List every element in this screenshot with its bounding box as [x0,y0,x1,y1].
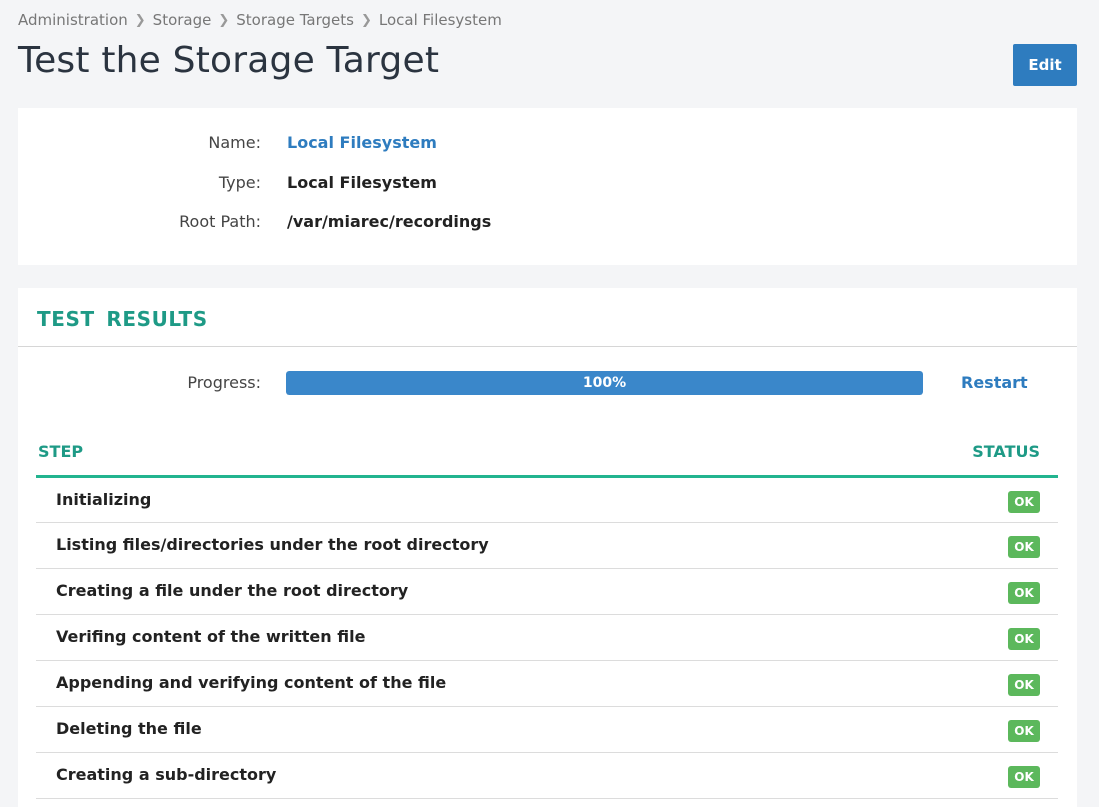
table-row: Appending and verifying content of the f… [36,661,1058,707]
info-row-name: Name: Local Filesystem [18,133,1077,157]
status-badge: OK [1008,628,1040,650]
table-row: Deleting the file OK [36,707,1058,753]
type-value: Local Filesystem [287,173,437,192]
status-badge: OK [1008,491,1040,513]
status-badge: OK [1008,766,1040,788]
status-badge: OK [1008,536,1040,558]
restart-link[interactable]: Restart [961,373,1028,392]
step-label: Creating a sub-directory [56,765,277,784]
table-row: Initializing OK [36,478,1058,523]
step-label: Deleting the file [56,719,202,738]
info-row-root-path: Root Path: /var/miarec/recordings [18,212,1077,236]
type-label: Type: [218,173,261,192]
breadcrumb-storage-targets[interactable]: Storage Targets [236,11,354,29]
storage-info-card: Name: Local Filesystem Type: Local Files… [18,108,1077,265]
chevron-right-icon: ❯ [134,12,146,28]
table-row: Creating a file under the root directory… [36,569,1058,615]
step-label: Creating a file under the root directory [56,581,409,600]
chevron-right-icon: ❯ [218,12,230,28]
name-link[interactable]: Local Filesystem [287,133,437,152]
table-row: Creating a sub-directory OK [36,753,1058,799]
column-header-step: STEP [38,442,84,461]
chevron-right-icon: ❯ [360,12,372,28]
root-path-value: /var/miarec/recordings [287,212,492,231]
progress-bar: 100% [286,371,923,395]
step-label: Verifing content of the written file [56,627,366,646]
status-badge: OK [1008,582,1040,604]
step-label: Appending and verifying content of the f… [56,673,447,692]
page-title: Test the Storage Target [18,40,440,81]
progress-fill: 100% [286,371,923,395]
table-body: Initializing OK Listing files/directories … [36,478,1058,799]
divider [18,346,1077,347]
status-badge: OK [1008,720,1040,742]
results-title: TEST RESULTS [37,307,208,331]
progress-label: Progress: [187,373,261,392]
step-label: Initializing [56,490,152,509]
breadcrumb: Administration ❯ Storage ❯ Storage Targe… [18,11,502,29]
column-header-status: STATUS [972,442,1040,461]
name-label: Name: [208,133,261,152]
edit-button[interactable]: Edit [1013,44,1077,86]
test-steps-table: STEP STATUS Initializing OK Listing files/… [36,430,1058,799]
step-label: Listing files/directories under the root… [56,535,489,554]
info-row-type: Type: Local Filesystem [18,173,1077,197]
root-path-label: Root Path: [179,212,261,231]
breadcrumb-storage[interactable]: Storage [153,11,212,29]
breadcrumb-current: Local Filesystem [378,11,502,29]
test-results-card: TEST RESULTS Progress: 100% Restart STEP… [18,288,1077,807]
status-badge: OK [1008,674,1040,696]
breadcrumb-administration[interactable]: Administration [18,11,128,29]
table-row: Listing files/directories under the root… [36,523,1058,569]
table-row: Verifing content of the written file OK [36,615,1058,661]
table-header: STEP STATUS [36,430,1058,478]
